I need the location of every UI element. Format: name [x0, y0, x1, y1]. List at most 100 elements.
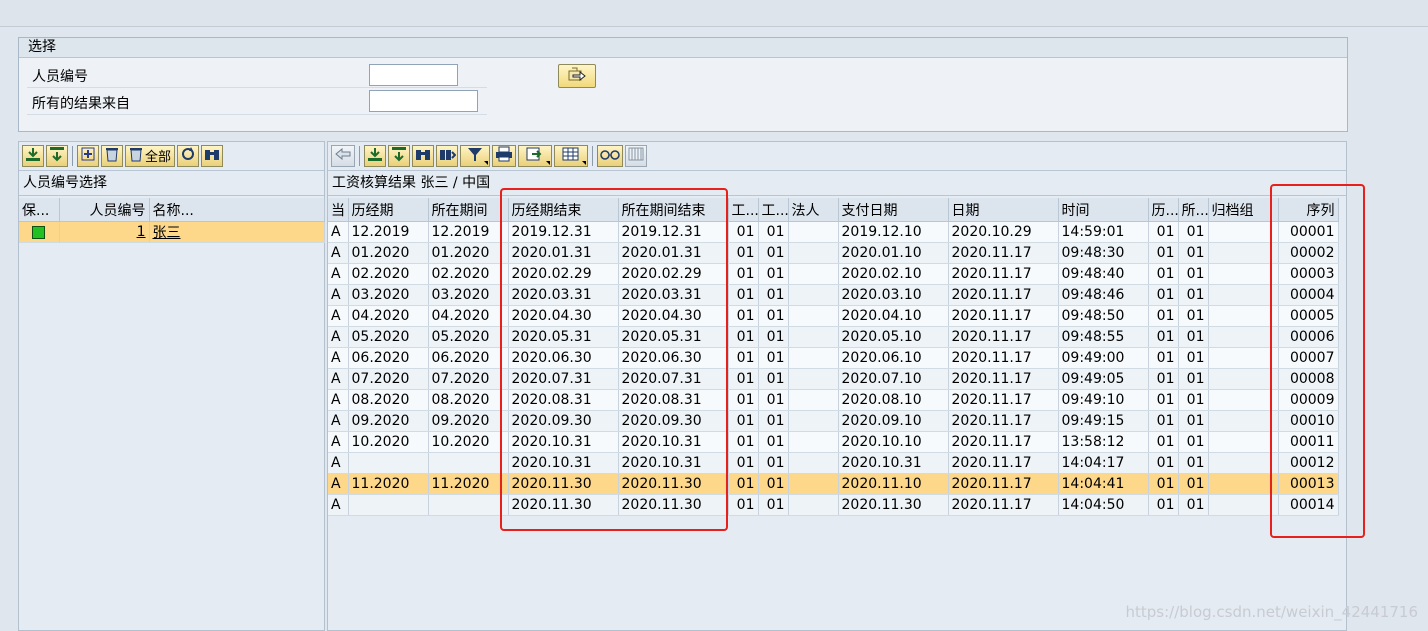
table-cell: 01.2020 [348, 242, 429, 264]
subtotal-icon [390, 146, 408, 166]
column-header[interactable]: 工... [728, 198, 759, 222]
table-cell: 2020.05.10 [838, 326, 949, 348]
table-cell [428, 452, 509, 474]
table-row[interactable]: A 07.2020 07.2020 2020.07.31 2020.07.31 01 01 2… [328, 368, 1339, 390]
layout-button[interactable] [554, 144, 588, 167]
table-row[interactable]: A 11.2020 11.2020 2020.11.30 2020.11.30 01 01 2… [328, 473, 1339, 495]
divider [27, 114, 487, 115]
table-cell: 2020.06.10 [838, 347, 949, 369]
export-button[interactable] [518, 144, 552, 167]
refresh-icon [179, 146, 197, 166]
column-header[interactable]: 当 [328, 198, 349, 222]
table-cell: 01 [728, 263, 759, 285]
find-button[interactable] [412, 144, 434, 167]
table-cell: 14:59:01 [1058, 221, 1149, 243]
table-cell [1208, 389, 1279, 411]
table-cell: 09:49:10 [1058, 389, 1149, 411]
table-cell [1208, 473, 1279, 495]
subtotal-button[interactable] [46, 144, 68, 167]
column-header[interactable]: 法人 [788, 198, 839, 222]
table-cell: 01 [1148, 494, 1179, 516]
table-button[interactable] [625, 144, 647, 167]
table-row[interactable]: A 01.2020 01.2020 2020.01.31 2020.01.31 01 01 2… [328, 242, 1339, 264]
back-button[interactable] [331, 144, 355, 167]
table-row[interactable]: A 2020.10.31 2020.10.31 01 01 2020.10.31 2020.… [328, 452, 1339, 474]
table-cell: 01 [1178, 305, 1209, 327]
table-row[interactable]: 1 张三 [19, 221, 325, 243]
table-row[interactable]: A 03.2020 03.2020 2020.03.31 2020.03.31 01 01 2… [328, 284, 1339, 306]
column-header[interactable]: 归档组 [1208, 198, 1279, 222]
table-cell: 01 [1148, 326, 1179, 348]
table-cell [788, 284, 839, 306]
column-header[interactable]: 所在期间 [428, 198, 509, 222]
table-row[interactable]: A 08.2020 08.2020 2020.08.31 2020.08.31 01 01 2… [328, 389, 1339, 411]
person-number-link[interactable]: 1 [59, 221, 150, 243]
table-cell: 2019.12.10 [838, 221, 949, 243]
column-header[interactable]: 历... [1148, 198, 1179, 222]
table-row[interactable]: A 02.2020 02.2020 2020.02.29 2020.02.29 01 01 2… [328, 263, 1339, 285]
print-button[interactable] [492, 144, 516, 167]
table-cell: 2020.11.17 [948, 347, 1059, 369]
delete-all-button[interactable]: 全部 [125, 144, 176, 167]
column-header[interactable]: 所... [1178, 198, 1209, 222]
table-row[interactable]: A 12.2019 12.2019 2019.12.31 2019.12.31 01 01 2… [328, 221, 1339, 243]
sum-icon [366, 146, 384, 166]
find-button[interactable] [201, 144, 224, 167]
table-cell: 13:58:12 [1058, 431, 1149, 453]
table-cell: 01 [728, 326, 759, 348]
table-cell: 2020.04.10 [838, 305, 949, 327]
table-cell: 01 [728, 389, 759, 411]
table-row[interactable]: A 10.2020 10.2020 2020.10.31 2020.10.31 01 01 2… [328, 431, 1339, 453]
subtotal-button[interactable] [388, 144, 410, 167]
execute-button[interactable] [558, 64, 596, 88]
person-name-link[interactable]: 张三 [149, 221, 325, 243]
table-cell: 09:48:50 [1058, 305, 1149, 327]
table-cell: 04.2020 [428, 305, 509, 327]
title-bar [0, 0, 1428, 27]
delete-button[interactable] [101, 144, 123, 167]
table-header-row: 当历经期 所在期间 历经期结束 所在期间结束 工... 工... 法人 支付日期 日期 时间 历..… [328, 198, 1339, 222]
sum-button[interactable] [364, 144, 386, 167]
column-header[interactable]: 人员编号 [59, 198, 150, 222]
table-cell: 01 [758, 305, 789, 327]
filter-button[interactable] [460, 144, 490, 167]
table-cell: 09.2020 [428, 410, 509, 432]
table-cell: A [328, 368, 349, 390]
table-cell: 01 [1178, 368, 1209, 390]
table-row[interactable]: A 2020.11.30 2020.11.30 01 01 2020.11.30 2020.… [328, 494, 1339, 516]
glasses-button[interactable] [597, 144, 623, 167]
table-cell: 2020.08.10 [838, 389, 949, 411]
results-from-input[interactable] [369, 90, 478, 112]
table-row[interactable]: A 04.2020 04.2020 2020.04.30 2020.04.30 01 01 2… [328, 305, 1339, 327]
table-row[interactable]: A 06.2020 06.2020 2020.06.30 2020.06.30 01 01 2… [328, 347, 1339, 369]
find-next-button[interactable] [436, 144, 458, 167]
column-header[interactable]: 名称... [149, 198, 325, 222]
table-cell: 2020.11.17 [948, 494, 1059, 516]
person-selection-panel: 全部 人员编号选择 保... 人员编号 名称... 1 张三 [18, 141, 325, 631]
table-cell: 09:49:05 [1058, 368, 1149, 390]
column-header[interactable]: 时间 [1058, 198, 1149, 222]
insert-row-button[interactable] [77, 144, 99, 167]
table-cell: 01 [758, 431, 789, 453]
column-header[interactable]: 历经期 [348, 198, 429, 222]
table-cell: 2020.09.10 [838, 410, 949, 432]
column-header[interactable]: 支付日期 [838, 198, 949, 222]
table-cell: 08.2020 [428, 389, 509, 411]
table-cell: 01 [728, 431, 759, 453]
refresh-button[interactable] [177, 144, 200, 167]
table-cell: 01 [758, 326, 789, 348]
column-header[interactable]: 工... [758, 198, 789, 222]
selection-group: 选择 人员编号 所有的结果来自 [18, 37, 1348, 132]
table-cell: 01 [1148, 242, 1179, 264]
person-number-input[interactable] [369, 64, 458, 86]
table-row[interactable]: A 09.2020 09.2020 2020.09.30 2020.09.30 01 01 2… [328, 410, 1339, 432]
table-header-row: 保... 人员编号 名称... [19, 198, 325, 222]
table-row[interactable]: A 05.2020 05.2020 2020.05.31 2020.05.31 01 01 2… [328, 326, 1339, 348]
table-cell: 01 [758, 221, 789, 243]
column-header[interactable]: 保... [19, 198, 60, 222]
table-cell: 01 [1178, 389, 1209, 411]
table-cell: 12.2019 [428, 221, 509, 243]
column-header[interactable]: 日期 [948, 198, 1059, 222]
sum-button[interactable] [22, 144, 44, 167]
right-toolbar [328, 142, 1346, 169]
